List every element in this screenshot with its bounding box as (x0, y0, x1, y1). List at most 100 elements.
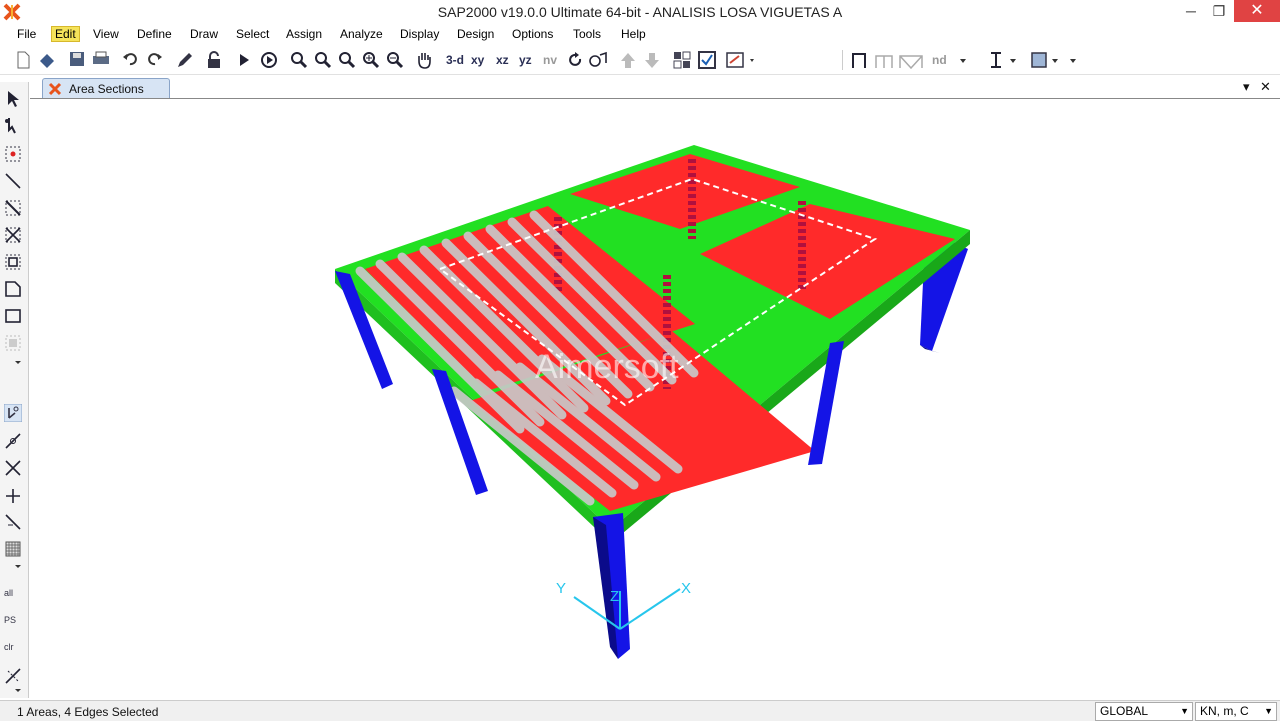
quick-draw-area-icon[interactable] (4, 334, 22, 352)
menu-view[interactable]: View (93, 27, 119, 41)
chevron-down-icon[interactable] (4, 357, 22, 375)
close-button[interactable]: ✕ (1234, 0, 1280, 22)
quick-draw-frame-icon[interactable] (4, 199, 22, 217)
pointer-icon[interactable] (4, 90, 22, 108)
view-xz-button[interactable]: xz (496, 51, 509, 69)
title-bar: SAP2000 v19.0.0 Ultimate 64-bit - ANALIS… (0, 0, 1280, 24)
draw-area-icon[interactable] (1030, 51, 1048, 69)
zoom-in-icon[interactable] (362, 51, 380, 69)
print-icon[interactable] (92, 51, 110, 69)
draw-rect-area-icon[interactable] (4, 307, 22, 325)
tab-menu-button[interactable]: ▾ (1243, 79, 1250, 95)
move-up-icon[interactable] (620, 51, 636, 69)
grid-options-icon[interactable] (673, 51, 691, 69)
rotate-view-icon[interactable] (568, 51, 584, 69)
run-now-icon[interactable] (260, 51, 278, 69)
left-toolbar: all PS clr (0, 82, 29, 698)
chevron-down-icon[interactable] (958, 51, 968, 69)
lock-icon[interactable] (207, 51, 221, 69)
status-bar: 1 Areas, 4 Edges Selected GLOBAL ▼ KN, m… (0, 700, 1280, 721)
move-down-icon[interactable] (644, 51, 660, 69)
menu-draw[interactable]: Draw (190, 27, 218, 41)
chevron-down-icon: ▼ (1264, 706, 1273, 716)
perspective-icon[interactable] (588, 51, 608, 69)
snap-perpendicular-icon[interactable] (4, 486, 22, 504)
menu-design[interactable]: Design (457, 27, 494, 41)
coordinate-system-select[interactable]: GLOBAL ▼ (1095, 702, 1193, 721)
menu-assign[interactable]: Assign (286, 27, 322, 41)
previous-selection-label: PS (4, 615, 17, 625)
menu-help[interactable]: Help (621, 27, 646, 41)
structure-model-drawing: Aimersoft X Y Z (335, 145, 970, 659)
menu-select[interactable]: Select (236, 27, 269, 41)
menu-bar: File Edit View Define Draw Select Assign… (0, 24, 1280, 46)
open-file-icon[interactable] (38, 51, 56, 69)
draw-bay-icon[interactable] (874, 51, 894, 69)
menu-edit[interactable]: Edit (51, 26, 80, 42)
tab-close-button[interactable]: ✕ (1260, 79, 1271, 95)
toolbar-separator (842, 50, 843, 70)
quick-draw-brace-icon[interactable] (4, 226, 22, 244)
redo-icon[interactable] (147, 51, 163, 69)
chevron-down-icon[interactable] (4, 561, 22, 579)
snap-lines-icon[interactable] (4, 513, 22, 531)
previous-selection-button[interactable]: PS (4, 615, 22, 633)
view-xy-button[interactable]: xy (471, 51, 484, 69)
zoom-full-icon[interactable] (338, 51, 356, 69)
window-title: SAP2000 v19.0.0 Ultimate 64-bit - ANALIS… (437, 4, 843, 20)
selection-status: 1 Areas, 4 Edges Selected (17, 705, 159, 719)
window-tab-bar: Area Sections ▾ ✕ (30, 78, 1280, 99)
model-3d-view[interactable]: Aimersoft X Y Z (30, 99, 1280, 699)
new-file-icon[interactable] (15, 51, 31, 69)
chevron-down-icon[interactable] (1068, 51, 1078, 69)
menu-display[interactable]: Display (400, 27, 439, 41)
chevron-down-icon: ▼ (1180, 706, 1189, 716)
draw-poly-area-icon[interactable] (4, 280, 22, 298)
main-toolbar: 3-d xy xz yz nv nd (0, 46, 1280, 75)
snap-midpoint-icon[interactable] (4, 432, 22, 450)
units-select[interactable]: KN, m, C ▼ (1195, 702, 1277, 721)
zoom-window-icon[interactable] (290, 51, 308, 69)
display-options-icon[interactable] (726, 51, 756, 69)
run-analysis-icon[interactable] (237, 51, 251, 69)
coordinate-system-value: GLOBAL (1100, 704, 1149, 718)
snap-joints-icon[interactable] (4, 404, 22, 422)
intersecting-line-icon[interactable] (4, 667, 22, 685)
select-all-label: all (4, 588, 14, 598)
axis-y-label: Y (556, 580, 566, 597)
fine-grid-icon[interactable] (4, 540, 22, 558)
menu-file[interactable]: File (17, 27, 36, 41)
nd-button[interactable]: nd (932, 51, 947, 69)
view-yz-button[interactable]: yz (519, 51, 532, 69)
tab-area-sections[interactable]: Area Sections (42, 78, 170, 98)
snap-intersection-icon[interactable] (4, 459, 22, 477)
menu-analyze[interactable]: Analyze (340, 27, 383, 41)
pan-hand-icon[interactable] (415, 51, 433, 69)
save-icon[interactable] (69, 51, 85, 69)
quick-draw-secondary-icon[interactable] (4, 253, 22, 271)
pencil-icon[interactable] (176, 51, 194, 69)
axis-x-label: X (681, 580, 691, 597)
view-3d-button[interactable]: 3-d (446, 51, 464, 69)
menu-define[interactable]: Define (137, 27, 172, 41)
minimize-button[interactable]: ─ (1176, 0, 1206, 22)
select-all-button[interactable]: all (4, 588, 22, 606)
view-nv-button[interactable]: nv (543, 51, 557, 69)
axis-z-label: Z (610, 588, 619, 605)
section-cut-icon[interactable] (988, 51, 1004, 69)
menu-options[interactable]: Options (512, 27, 553, 41)
menu-tools[interactable]: Tools (573, 27, 601, 41)
undo-icon[interactable] (122, 51, 138, 69)
maximize-button[interactable]: ❐ (1204, 0, 1234, 22)
zoom-restore-icon[interactable] (314, 51, 332, 69)
draw-frame-icon[interactable] (850, 51, 868, 69)
check-model-icon[interactable] (698, 51, 716, 69)
zoom-out-icon[interactable] (386, 51, 404, 69)
draw-joint-icon[interactable] (4, 145, 22, 163)
draw-line-icon[interactable] (4, 172, 22, 190)
draw-brace-icon[interactable] (898, 51, 924, 69)
reshape-icon[interactable] (4, 117, 22, 135)
chevron-down-icon[interactable] (1050, 51, 1060, 69)
clear-selection-button[interactable]: clr (4, 642, 22, 660)
chevron-down-icon[interactable] (1008, 51, 1018, 69)
